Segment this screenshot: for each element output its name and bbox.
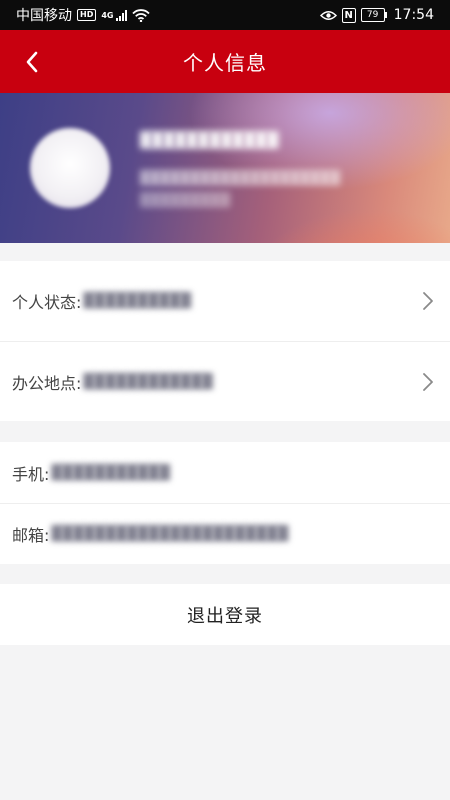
email-value: ██████████████████████ [51,526,289,542]
profile-detail: ████████████████████ [140,171,340,186]
profile-banner: ████████████ ████████████████████ ██████… [0,93,450,243]
chevron-right-icon [423,292,433,310]
nav-bar: 个人信息 [0,30,450,93]
profile-detail-secondary: █████████ [140,193,230,208]
contact-card: 手机: ███████████ 邮箱: ████████████████████… [0,442,450,564]
email-row: 邮箱: ██████████████████████ [0,503,450,564]
nfc-icon: N [341,7,356,23]
phone-label: 手机: [12,464,50,484]
email-label: 邮箱: [12,526,50,545]
carrier-label: 中国移动 [16,8,72,24]
status-bar: 中国移动 HD 4G N 79 17:54 [0,0,450,30]
office-row[interactable]: 办公地点: ████████████ [0,341,450,421]
status-right: N 79 17:54 [319,7,434,23]
status-row[interactable]: 个人状态: ██████████ [0,261,450,341]
status-left: 中国移动 HD 4G [16,5,151,25]
hd-badge: HD [77,9,97,21]
office-value: ████████████ [83,373,213,390]
chevron-left-icon [26,51,38,73]
phone-row: 手机: ███████████ [0,442,450,503]
status-label: 个人状态: [12,293,82,312]
logout-button[interactable]: 退出登录 [0,584,450,645]
phone-value: ███████████ [51,464,170,481]
signal-icon [116,9,128,21]
logout-label: 退出登录 [187,605,263,627]
back-button[interactable] [12,42,52,82]
battery-icon: 79 [360,8,387,22]
profile-name: ████████████ [140,131,279,149]
network-type: 4G [101,10,114,20]
office-label: 办公地点: [12,373,82,393]
eye-icon [319,10,337,20]
status-value: ██████████ [83,293,192,309]
chevron-right-icon [423,372,433,391]
wifi-icon [132,8,151,22]
page-title: 个人信息 [183,51,267,75]
info-card: 个人状态: ██████████ 办公地点: ████████████ [0,261,450,421]
avatar [30,128,110,208]
clock-time: 17:54 [393,7,434,23]
